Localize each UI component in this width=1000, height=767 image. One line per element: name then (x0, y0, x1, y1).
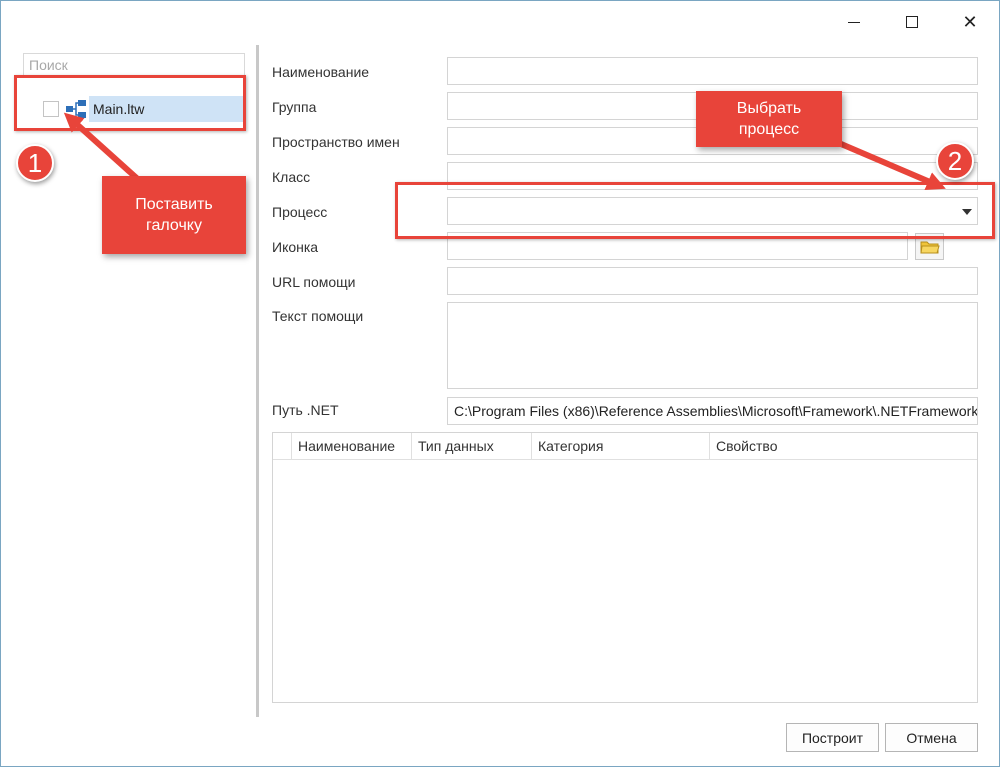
left-panel: Main.ltw (13, 45, 253, 717)
process-label: Процесс (272, 204, 328, 220)
search-input[interactable] (23, 53, 245, 77)
grid-header: Наименование Тип данных Категория Свойст… (273, 433, 977, 460)
minimize-button[interactable] (831, 1, 877, 43)
grid-column-type[interactable]: Тип данных (411, 433, 531, 459)
callout-1-line2: галочку (146, 217, 202, 234)
help-url-label: URL помощи (272, 274, 356, 290)
maximize-button[interactable] (889, 1, 935, 43)
highlight-tree-item (14, 75, 246, 131)
group-label: Группа (272, 99, 317, 115)
icon-label: Иконка (272, 239, 319, 255)
close-icon: ✕ (962, 11, 978, 33)
name-label: Наименование (272, 64, 370, 80)
folder-icon (919, 241, 940, 253)
close-button[interactable]: ✕ (947, 1, 993, 43)
step-badge-1: 1 (16, 144, 54, 182)
grid-column-name[interactable]: Наименование (291, 433, 411, 459)
help-text-label: Текст помощи (272, 308, 364, 324)
callout-1-line1: Поставить (135, 196, 213, 213)
grid-column-property[interactable]: Свойство (709, 433, 977, 459)
class-label: Класс (272, 169, 311, 185)
grid-column-category[interactable]: Категория (531, 433, 709, 459)
callout-2-line1: Выбрать (736, 100, 802, 117)
maximize-icon (906, 16, 918, 28)
callout-select-process: Выбрать процесс (696, 91, 842, 147)
properties-grid[interactable]: Наименование Тип данных Категория Свойст… (272, 432, 978, 703)
title-bar: ✕ (1, 1, 999, 43)
callout-check-item: Поставить галочку (102, 176, 246, 254)
name-input[interactable] (447, 57, 978, 85)
net-path-label: Путь .NET (272, 402, 339, 418)
panel-splitter[interactable] (256, 45, 259, 717)
help-text-area[interactable] (447, 302, 978, 389)
build-button[interactable]: Построит (786, 723, 879, 752)
minimize-icon (848, 21, 860, 23)
namespace-label: Пространство имен (272, 134, 400, 150)
help-url-input[interactable] (447, 267, 978, 295)
step-badge-2: 2 (936, 142, 974, 180)
callout-2-line2: процесс (738, 121, 800, 138)
dialog-window: ✕ Main.ltw Наименование Группа Пространс… (0, 0, 1000, 767)
highlight-process-field (395, 182, 995, 239)
net-path-input[interactable]: C:\Program Files (x86)\Reference Assembl… (447, 397, 978, 425)
cancel-button[interactable]: Отмена (885, 723, 978, 752)
